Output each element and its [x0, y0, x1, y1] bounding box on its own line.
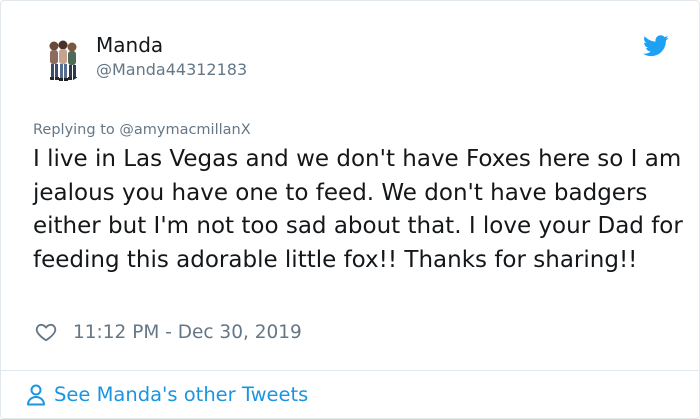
twitter-bird-icon[interactable] — [643, 35, 669, 57]
author-block[interactable]: Manda @Manda44312183 — [96, 32, 247, 81]
footer-divider — [1, 370, 700, 371]
reply-prefix: Replying to — [33, 122, 120, 138]
tweet-timestamp[interactable]: 11:12 PM - Dec 30, 2019 — [73, 322, 302, 343]
author-name[interactable]: Manda — [96, 32, 247, 58]
heart-icon[interactable] — [35, 321, 57, 343]
tweet-card: Manda @Manda44312183 Replying to @amymac… — [0, 0, 700, 419]
author-handle[interactable]: @Manda44312183 — [96, 59, 247, 81]
person-icon — [27, 384, 45, 406]
reply-mention-link[interactable]: @amymacmillanX — [119, 122, 250, 138]
avatar-photo — [39, 37, 85, 83]
avatar[interactable] — [39, 37, 85, 83]
tweet-text: I live in Las Vegas and we don't have Fo… — [33, 146, 683, 273]
reply-context: Replying to @amymacmillanX — [33, 120, 251, 140]
tweet-meta: 11:12 PM - Dec 30, 2019 — [35, 319, 302, 345]
see-other-tweets-link[interactable]: See Manda's other Tweets — [26, 382, 308, 408]
see-other-tweets-label[interactable]: See Manda's other Tweets — [54, 382, 308, 408]
